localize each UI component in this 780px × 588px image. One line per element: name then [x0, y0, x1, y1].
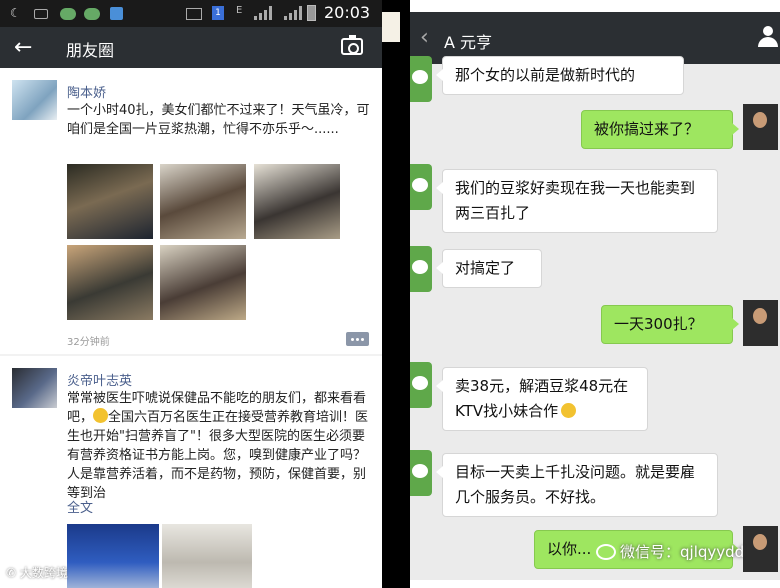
post-author[interactable]: 陶本娇 — [67, 82, 106, 101]
chat-panel: ‹ A 元亨 那个女的以前是做新时代的 被你搞过来了？ 我们的豆浆好卖现在我一天… — [410, 12, 780, 580]
avatar[interactable] — [12, 368, 57, 408]
watermark-right: 微信号：qjlqyydd — [596, 541, 744, 562]
message-incoming: 卖38元，解酒豆浆48元在KTV找小妹合作 — [436, 367, 648, 431]
wechat-icon — [60, 8, 76, 20]
contact-avatar[interactable] — [410, 246, 432, 292]
message-incoming: 目标一天卖上千扎没问题。就是要雇几个服务员。不好找。 — [436, 453, 718, 517]
back-chevron-icon[interactable]: ‹ — [420, 25, 429, 50]
contact-avatar[interactable] — [410, 164, 432, 210]
network-type: E — [236, 5, 243, 16]
battery-icon — [307, 5, 316, 21]
post-photo[interactable] — [67, 524, 159, 588]
sim-badge: 1 — [212, 6, 224, 20]
post-photo[interactable] — [254, 164, 340, 239]
signal-icon — [284, 6, 304, 20]
app-notification-icon — [110, 7, 123, 20]
watermark-text: 微信号：qjlqyydd — [620, 543, 745, 561]
post-author[interactable]: 炎帝叶志英 — [67, 370, 132, 389]
post-text: 一个小时40扎，美女们都忙不过来了！天气虽冷，可咱们是全国一片豆浆热潮，忙得不亦… — [67, 103, 370, 137]
back-arrow-icon[interactable]: ← — [14, 35, 32, 60]
status-bar: ☾ 1 E 20:03 — [0, 0, 382, 27]
wechat-icon — [84, 8, 100, 20]
message-outgoing: 一天300扎？ — [601, 305, 739, 344]
contact-profile-icon[interactable] — [758, 26, 778, 48]
logo-fragment — [382, 12, 400, 42]
chat-title: A 元亨 — [444, 33, 493, 52]
emoji-icon — [93, 408, 109, 423]
camera-icon[interactable] — [341, 35, 363, 55]
moment-post: 炎帝叶志英 常常被医生吓唬说保健品不能吃的朋友们，都来看看吧， 全国六百万名医生正… — [0, 356, 382, 588]
emoji-icon — [561, 403, 577, 418]
panel-divider — [382, 0, 410, 588]
contact-avatar[interactable] — [410, 362, 432, 408]
weibo-icon: ✆ — [6, 566, 17, 580]
post-photo[interactable] — [67, 245, 153, 320]
message-incoming: 对搞定了 — [436, 249, 542, 288]
post-photo[interactable] — [67, 164, 153, 239]
post-photo[interactable] — [160, 245, 246, 320]
wechat-icon — [596, 544, 616, 560]
my-avatar[interactable] — [743, 104, 778, 150]
post-time: 32分钟前 — [67, 337, 110, 348]
watermark-left: ✆ 大数跨境 — [6, 564, 68, 581]
comment-icon[interactable] — [346, 332, 369, 346]
message-outgoing: 被你搞过来了？ — [581, 110, 739, 149]
moon-icon: ☾ — [10, 6, 21, 20]
post-text: 常常被医生吓唬说保健品不能吃的朋友们，都来看看吧， 全国六百万名医生正在接受营养教… — [67, 389, 372, 503]
moments-panel: ☾ 1 E 20:03 ← 朋友圈 陶本娇 一个小时40扎，美女们都忙不过来了！… — [0, 0, 382, 588]
moment-post: 陶本娇 一个小时40扎，美女们都忙不过来了！天气虽冷，可咱们是全国一片豆浆热潮，… — [0, 68, 382, 354]
message-text: 卖38元，解酒豆浆48元在KTV找小妹合作 — [455, 377, 629, 420]
signal-icon — [254, 6, 274, 20]
watermark-text: 大数跨境 — [19, 566, 68, 580]
avatar[interactable] — [12, 80, 57, 120]
clock: 20:03 — [324, 3, 371, 22]
post-text-part: 全国六百万名医生正在接受营养教育培训！医生也开始"扫营养盲了"！很多大型医院的医… — [67, 410, 369, 501]
message-incoming: 那个女的以前是做新时代的 — [436, 56, 684, 95]
my-avatar[interactable] — [743, 300, 778, 346]
page-title: 朋友圈 — [66, 41, 115, 60]
my-avatar[interactable] — [743, 526, 778, 572]
full-text-link[interactable]: 全文 — [67, 497, 93, 516]
post-photo[interactable] — [162, 524, 252, 588]
post-photo[interactable] — [160, 164, 246, 239]
mute-icon — [186, 8, 202, 20]
gallery-icon — [34, 9, 48, 19]
message-incoming: 我们的豆浆好卖现在我一天也能卖到两三百扎了 — [436, 169, 718, 233]
moments-header: ← 朋友圈 — [0, 27, 382, 68]
contact-avatar[interactable] — [410, 56, 432, 102]
contact-avatar[interactable] — [410, 450, 432, 496]
